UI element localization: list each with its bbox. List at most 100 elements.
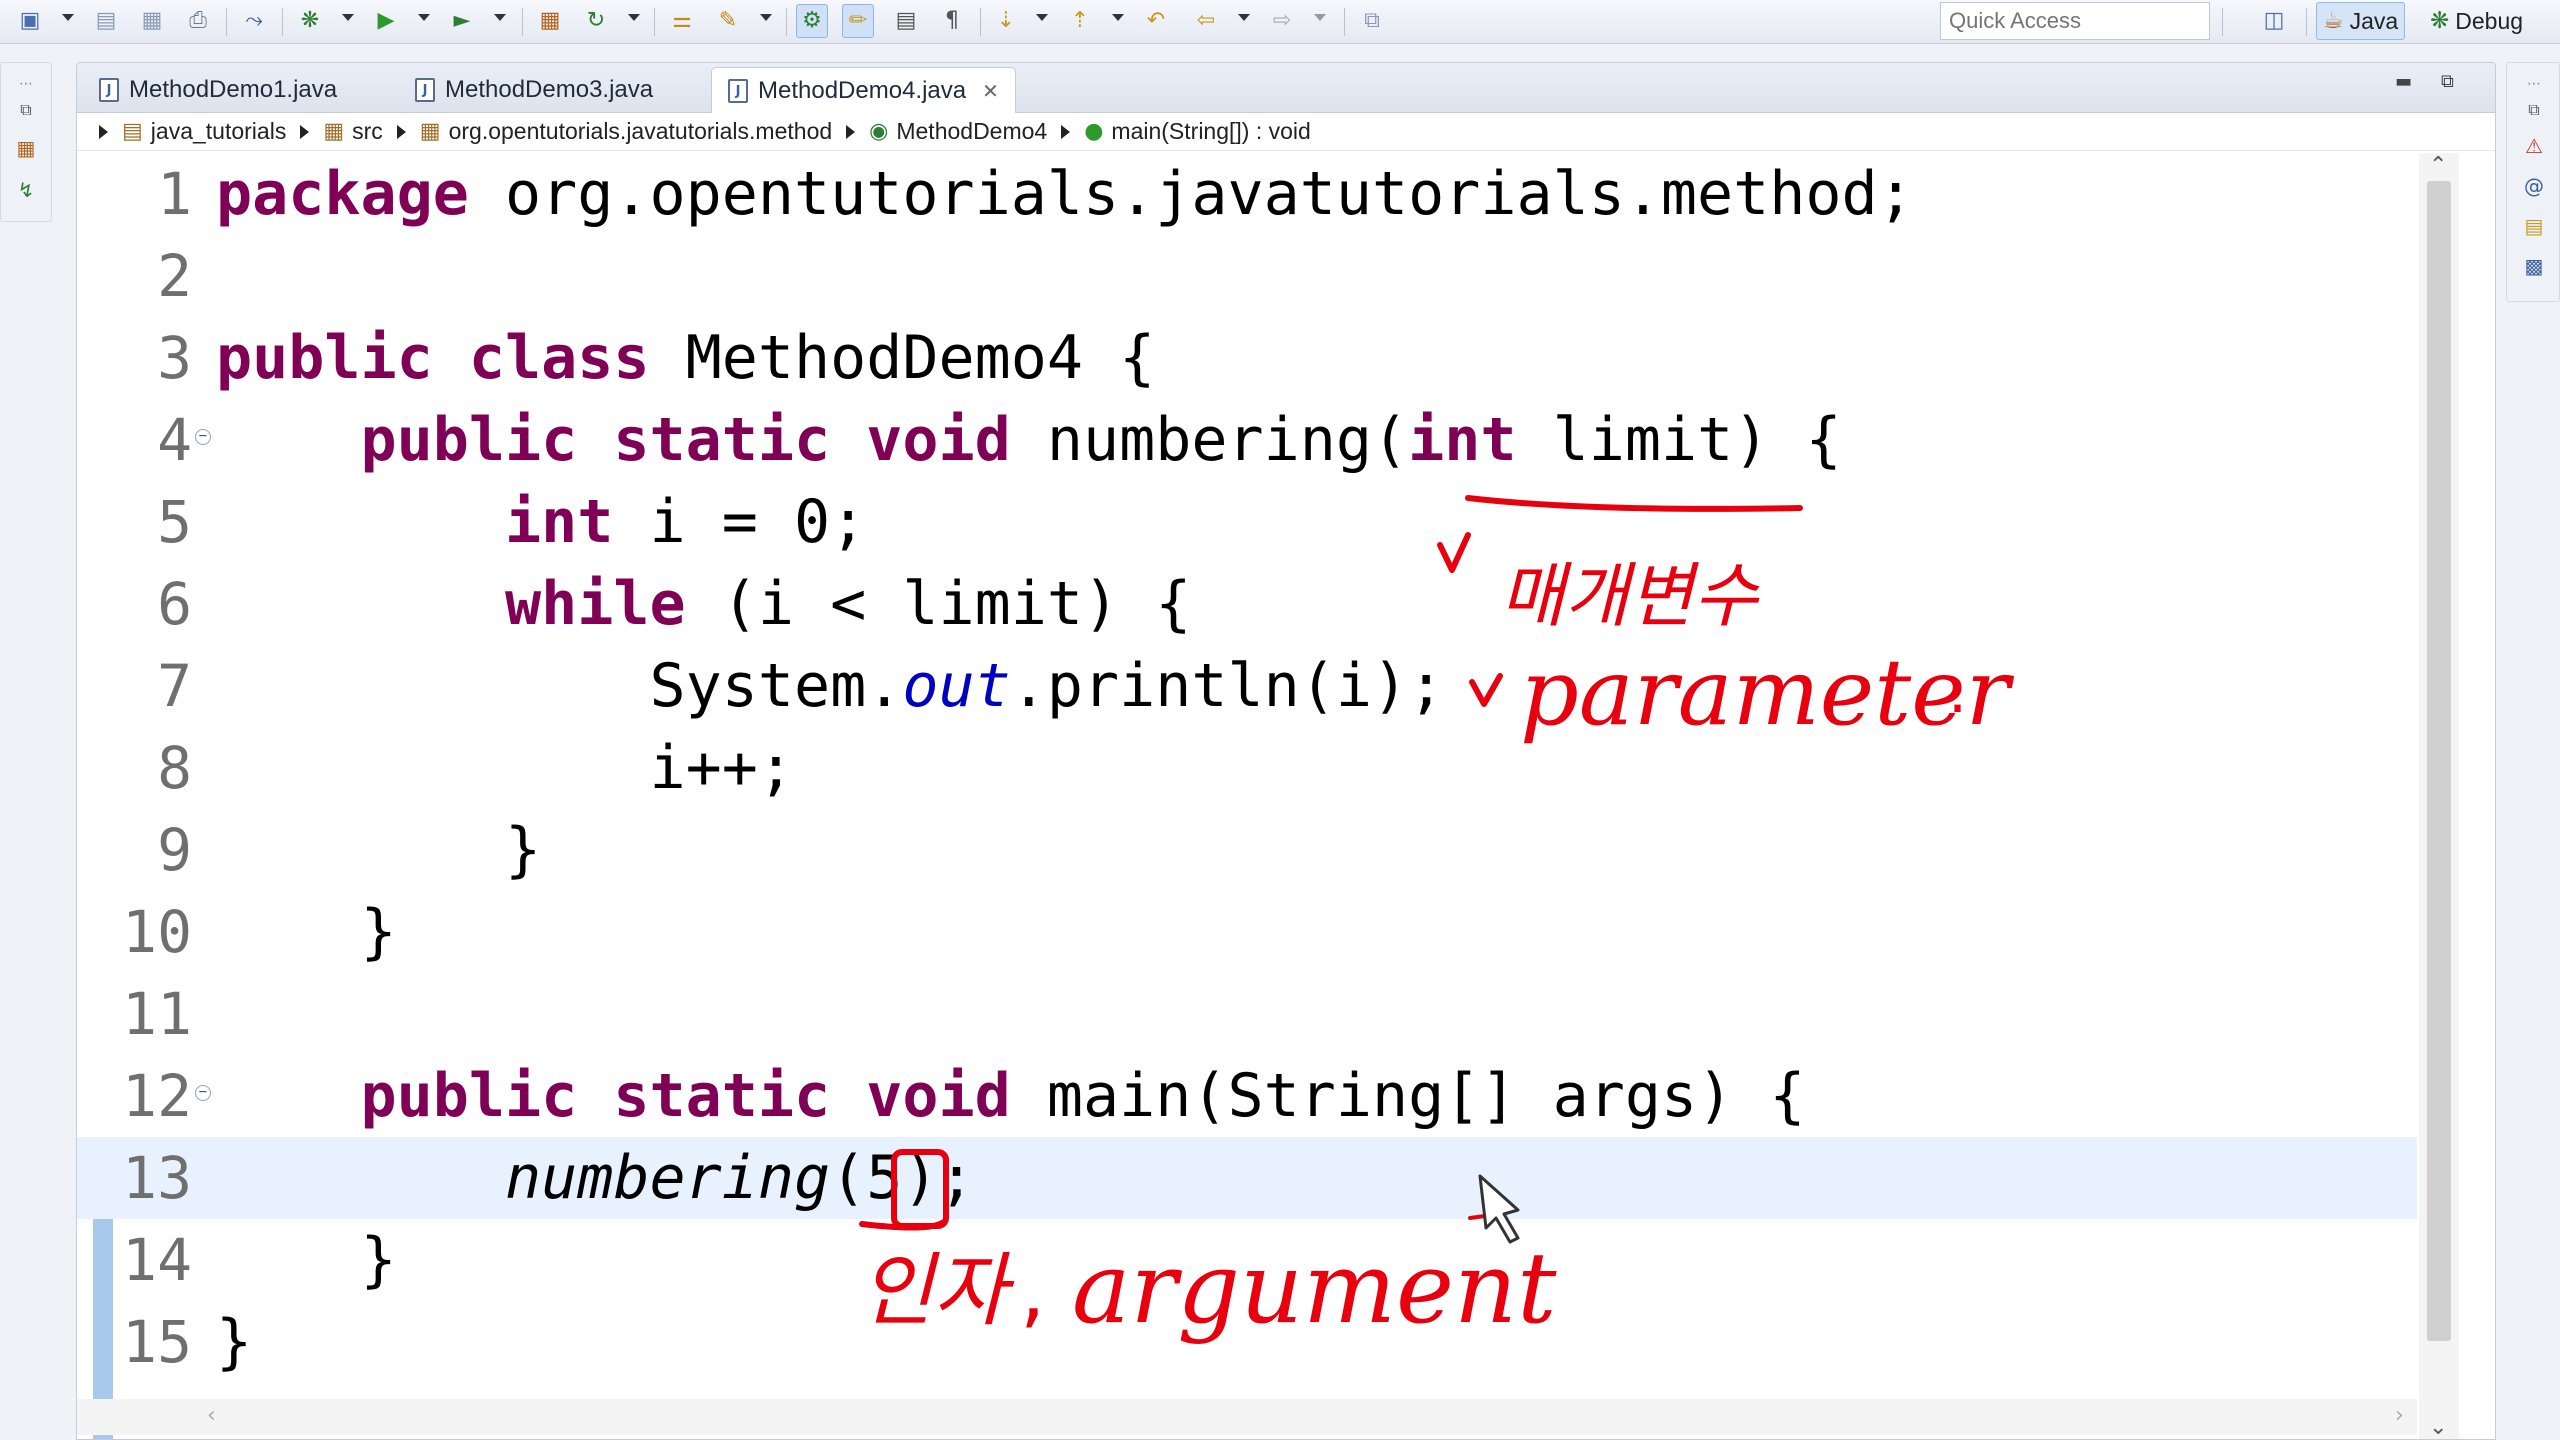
pin-editor-icon[interactable]: ⧉	[1356, 4, 1388, 38]
breadcrumb-method[interactable]: ● main(String[]) : void	[1084, 118, 1311, 145]
code-line[interactable]: 11	[77, 973, 2417, 1055]
breadcrumb-label: src	[352, 118, 383, 144]
quick-access-input[interactable]	[1940, 2, 2210, 40]
toggle-breadcrumb-icon[interactable]: ⚙	[796, 4, 828, 38]
search-icon[interactable]: ✎	[712, 4, 744, 38]
close-icon[interactable]: ✕	[982, 79, 999, 103]
hierarchy-icon[interactable]: ↯	[11, 175, 41, 205]
package-explorer-icon[interactable]: ▦	[11, 133, 41, 163]
breadcrumb-label: MethodDemo4	[896, 118, 1048, 144]
forward-dropdown-icon[interactable]	[1314, 14, 1326, 21]
run-external-icon[interactable]: ►	[446, 4, 478, 38]
code-text: numbering(5);	[504, 1143, 975, 1213]
scroll-right-icon[interactable]: ›	[2395, 1403, 2404, 1428]
vertical-scrollbar[interactable]: ⌃ ⌄	[2419, 153, 2459, 1439]
code-line[interactable]: 15 }	[77, 1301, 2417, 1383]
breadcrumb-src[interactable]: ▦ src	[323, 118, 382, 145]
left-trim-stack: ⋯ ⧉ ▦ ↯	[0, 62, 52, 222]
minimize-icon[interactable]: ▬	[2395, 71, 2412, 92]
code-line[interactable]: 12 − public static void main(String[] ar…	[77, 1055, 2417, 1137]
mark-occurrences-icon[interactable]: ✏	[842, 4, 874, 38]
code-line[interactable]: 9 }	[77, 809, 2417, 891]
back-icon[interactable]: ⇦	[1190, 4, 1222, 38]
fold-toggle-icon[interactable]: −	[195, 429, 211, 445]
fold-toggle-icon[interactable]: −	[195, 1085, 211, 1101]
breadcrumb-project[interactable]: ▤ java_tutorials	[122, 118, 286, 145]
open-type-icon[interactable]: ⚌	[666, 4, 698, 38]
save-icon[interactable]: ▤	[90, 4, 122, 38]
code-editor[interactable]: 1 package org.opentutorials.javatutorial…	[77, 153, 2417, 1439]
debug-perspective-icon: ❋	[2430, 8, 2450, 34]
code-text: }	[216, 815, 542, 885]
scroll-up-icon[interactable]: ⌃	[2429, 153, 2447, 178]
maximize-icon[interactable]: ⧉	[2441, 71, 2454, 92]
restore-icon[interactable]: ⧉	[2519, 95, 2549, 125]
save-all-icon[interactable]: ▦	[136, 4, 168, 38]
run-icon[interactable]: ▶	[370, 4, 402, 38]
line-number: 10	[122, 898, 192, 966]
code-line[interactable]: 2	[77, 235, 2417, 317]
java-file-icon: J	[728, 79, 748, 103]
scroll-thumb[interactable]	[2427, 181, 2451, 1341]
console-icon[interactable]: ▩	[2519, 251, 2549, 281]
code-text: public static void numbering(int limit) …	[360, 405, 1842, 475]
block-selection-icon[interactable]: ▤	[890, 4, 922, 38]
show-whitespace-icon[interactable]: ¶	[936, 4, 968, 38]
previous-annotation-icon[interactable]: ⇡	[1064, 4, 1096, 38]
code-line[interactable]: 7 System.out.println(i);	[77, 645, 2417, 727]
print-icon[interactable]: ⎙	[182, 4, 214, 38]
java-perspective-icon: ☕	[2323, 8, 2344, 34]
last-edit-location-icon[interactable]: ↶	[1140, 4, 1172, 38]
new-class-dropdown-icon[interactable]	[628, 14, 640, 21]
back-dropdown-icon[interactable]	[1238, 14, 1250, 21]
next-annotation-dropdown-icon[interactable]	[1036, 14, 1048, 21]
tab-methoddemo3[interactable]: J MethodDemo3.java	[399, 67, 669, 113]
skip-breakpoints-icon[interactable]: ⤳	[238, 4, 270, 38]
code-line[interactable]: 3 public class MethodDemo4 {	[77, 317, 2417, 399]
external-dropdown-icon[interactable]	[494, 14, 506, 21]
code-line[interactable]: 14 }	[77, 1219, 2417, 1301]
class-icon: ◉	[869, 119, 889, 144]
open-perspective-icon[interactable]: ◫	[2258, 4, 2290, 38]
problems-icon[interactable]: ⚠	[2519, 131, 2549, 161]
new-dropdown-icon[interactable]	[62, 14, 74, 21]
code-line[interactable]: 10 }	[77, 891, 2417, 973]
search-dropdown-icon[interactable]	[760, 14, 772, 21]
new-package-icon[interactable]: ▦	[534, 4, 566, 38]
debug-icon[interactable]: ❋	[294, 4, 326, 38]
breadcrumb-class[interactable]: ◉ MethodDemo4	[869, 118, 1047, 145]
code-line[interactable]: 1 package org.opentutorials.javatutorial…	[77, 153, 2417, 235]
tab-methoddemo1[interactable]: J MethodDemo1.java	[83, 67, 353, 113]
code-text: int i = 0;	[504, 487, 867, 557]
chevron-right-icon[interactable]	[846, 124, 856, 139]
right-trim-stack: ⋯ ⧉ ⚠ @ ▤ ▩	[2506, 62, 2560, 302]
next-annotation-icon[interactable]: ⇣	[990, 4, 1022, 38]
horizontal-scrollbar[interactable]: ‹ ›	[77, 1399, 2417, 1435]
line-number: 12	[122, 1062, 192, 1130]
run-dropdown-icon[interactable]	[418, 14, 430, 21]
chevron-right-icon[interactable]	[396, 124, 406, 139]
breadcrumb-package[interactable]: ▦ org.opentutorials.javatutorials.method	[420, 118, 832, 145]
chevron-right-icon[interactable]	[300, 124, 310, 139]
code-line[interactable]: 4 − public static void numbering(int lim…	[77, 399, 2417, 481]
chevron-right-icon[interactable]	[1061, 124, 1071, 139]
scroll-left-icon[interactable]: ‹	[207, 1403, 216, 1428]
line-number: 4	[157, 406, 192, 474]
code-line[interactable]: 5 int i = 0;	[77, 481, 2417, 563]
code-line[interactable]: 8 i++;	[77, 727, 2417, 809]
new-class-icon[interactable]: ↻	[580, 4, 612, 38]
restore-icon[interactable]: ⧉	[11, 95, 41, 125]
javadoc-icon[interactable]: @	[2519, 171, 2549, 201]
java-perspective-button[interactable]: ☕ Java	[2316, 2, 2406, 40]
scroll-down-icon[interactable]: ⌄	[2429, 1415, 2447, 1439]
chevron-right-icon[interactable]	[99, 124, 108, 139]
debug-dropdown-icon[interactable]	[342, 14, 354, 21]
declaration-icon[interactable]: ▤	[2519, 211, 2549, 241]
forward-icon[interactable]: ⇨	[1266, 4, 1298, 38]
previous-annotation-dropdown-icon[interactable]	[1112, 14, 1124, 21]
new-icon[interactable]: ▣	[14, 4, 46, 38]
debug-perspective-button[interactable]: ❋ Debug	[2424, 2, 2529, 40]
tab-methoddemo4[interactable]: J MethodDemo4.java ✕	[711, 67, 1016, 114]
code-line-current[interactable]: 13 numbering(5);	[77, 1137, 2417, 1219]
code-line[interactable]: 6 while (i < limit) {	[77, 563, 2417, 645]
